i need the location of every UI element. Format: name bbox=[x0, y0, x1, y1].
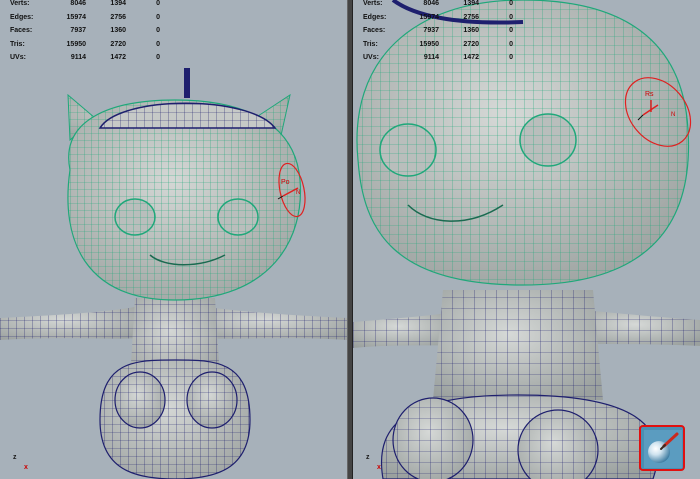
hud-row-faces: Faces: 7937 1360 0 bbox=[363, 27, 513, 34]
hud-row-verts: Verts: 8046 1394 0 bbox=[10, 0, 160, 7]
manipulator-label-right: Rs bbox=[645, 91, 654, 98]
view-axis-left: z x bbox=[13, 454, 28, 471]
hud-row-tris: Tris: 15950 2720 0 bbox=[363, 40, 513, 48]
hud-row-tris: Tris: 15950 2720 0 bbox=[10, 40, 160, 48]
hud-row-edges: Edges: 15974 2756 0 bbox=[363, 13, 513, 21]
hat-mesh bbox=[98, 68, 277, 129]
viewport-left[interactable]: Verts: 8046 1394 0 Edges: 15974 2756 0 Faces: 7… bbox=[0, 0, 347, 479]
model-scene-right: Rs N bbox=[353, 0, 700, 479]
sculpt-brush-icon bbox=[644, 430, 682, 468]
viewport-right[interactable]: Rs N Verts: 8046 1394 0 Edges: 15974 2756 0 Fa… bbox=[353, 0, 700, 479]
manipulator-label-left: Po bbox=[281, 179, 290, 186]
hud-row-uvs: UVs: 9114 1472 0 bbox=[10, 54, 160, 61]
view-axis-right: z x bbox=[366, 454, 381, 471]
manipulator-dir-left: N bbox=[296, 190, 300, 196]
sculpt-tool-button[interactable] bbox=[639, 425, 685, 471]
hud-row-faces: Faces: 7937 1360 0 bbox=[10, 27, 160, 34]
poly-count-hud-left: Verts: 8046 1394 0 Edges: 15974 2756 0 Faces: 7… bbox=[10, 0, 160, 65]
hud-row-uvs: UVs: 9114 1472 0 bbox=[363, 54, 513, 61]
manipulator-dir-right: N bbox=[671, 112, 675, 118]
model-scene-left: Po N bbox=[0, 68, 347, 479]
hud-row-edges: Edges: 15974 2756 0 bbox=[10, 13, 160, 21]
hud-row-verts: Verts: 8046 1394 0 bbox=[363, 0, 513, 7]
poly-count-hud-right: Verts: 8046 1394 0 Edges: 15974 2756 0 Faces: 7… bbox=[363, 0, 513, 65]
